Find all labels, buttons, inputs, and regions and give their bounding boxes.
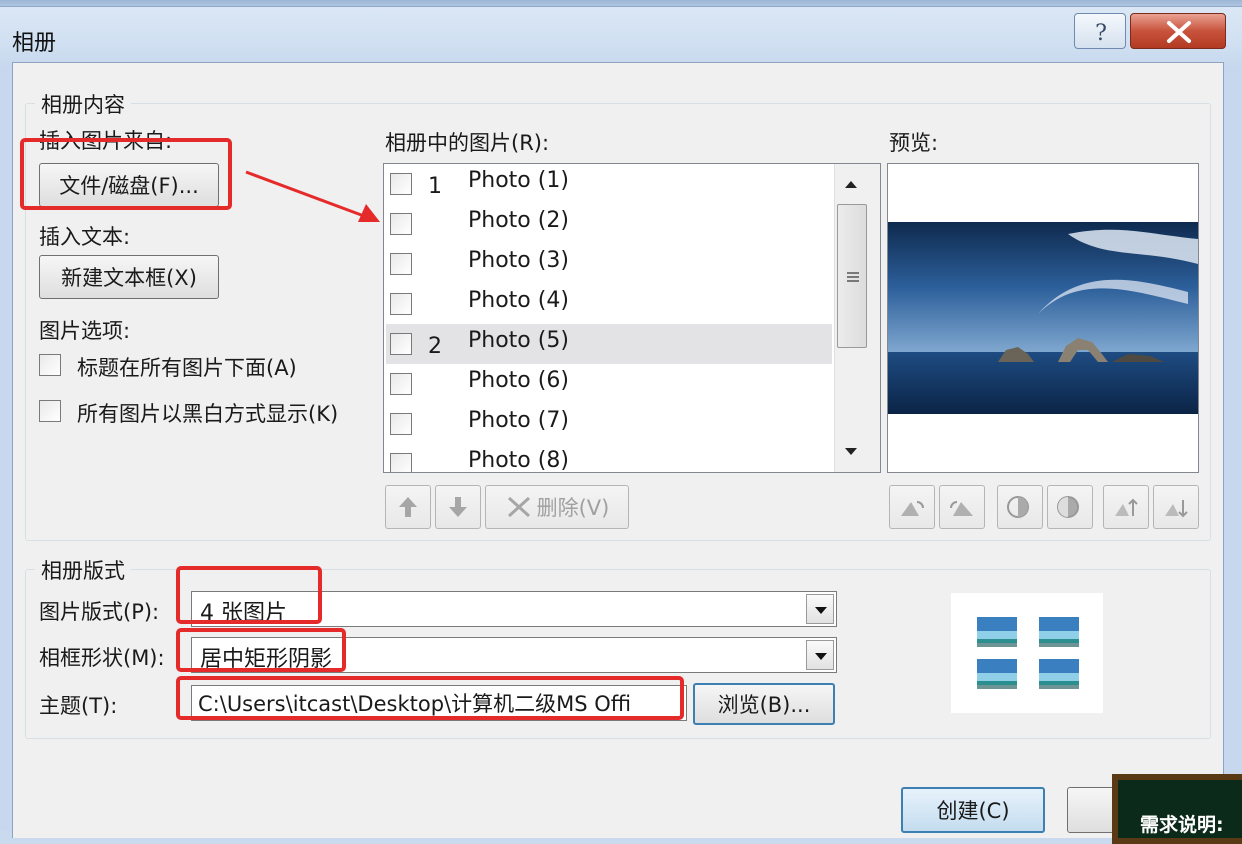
annotation-arrow xyxy=(245,170,380,222)
requirement-note: 需求说明: xyxy=(1112,774,1242,844)
requirement-note-text: 需求说明: xyxy=(1140,814,1224,836)
